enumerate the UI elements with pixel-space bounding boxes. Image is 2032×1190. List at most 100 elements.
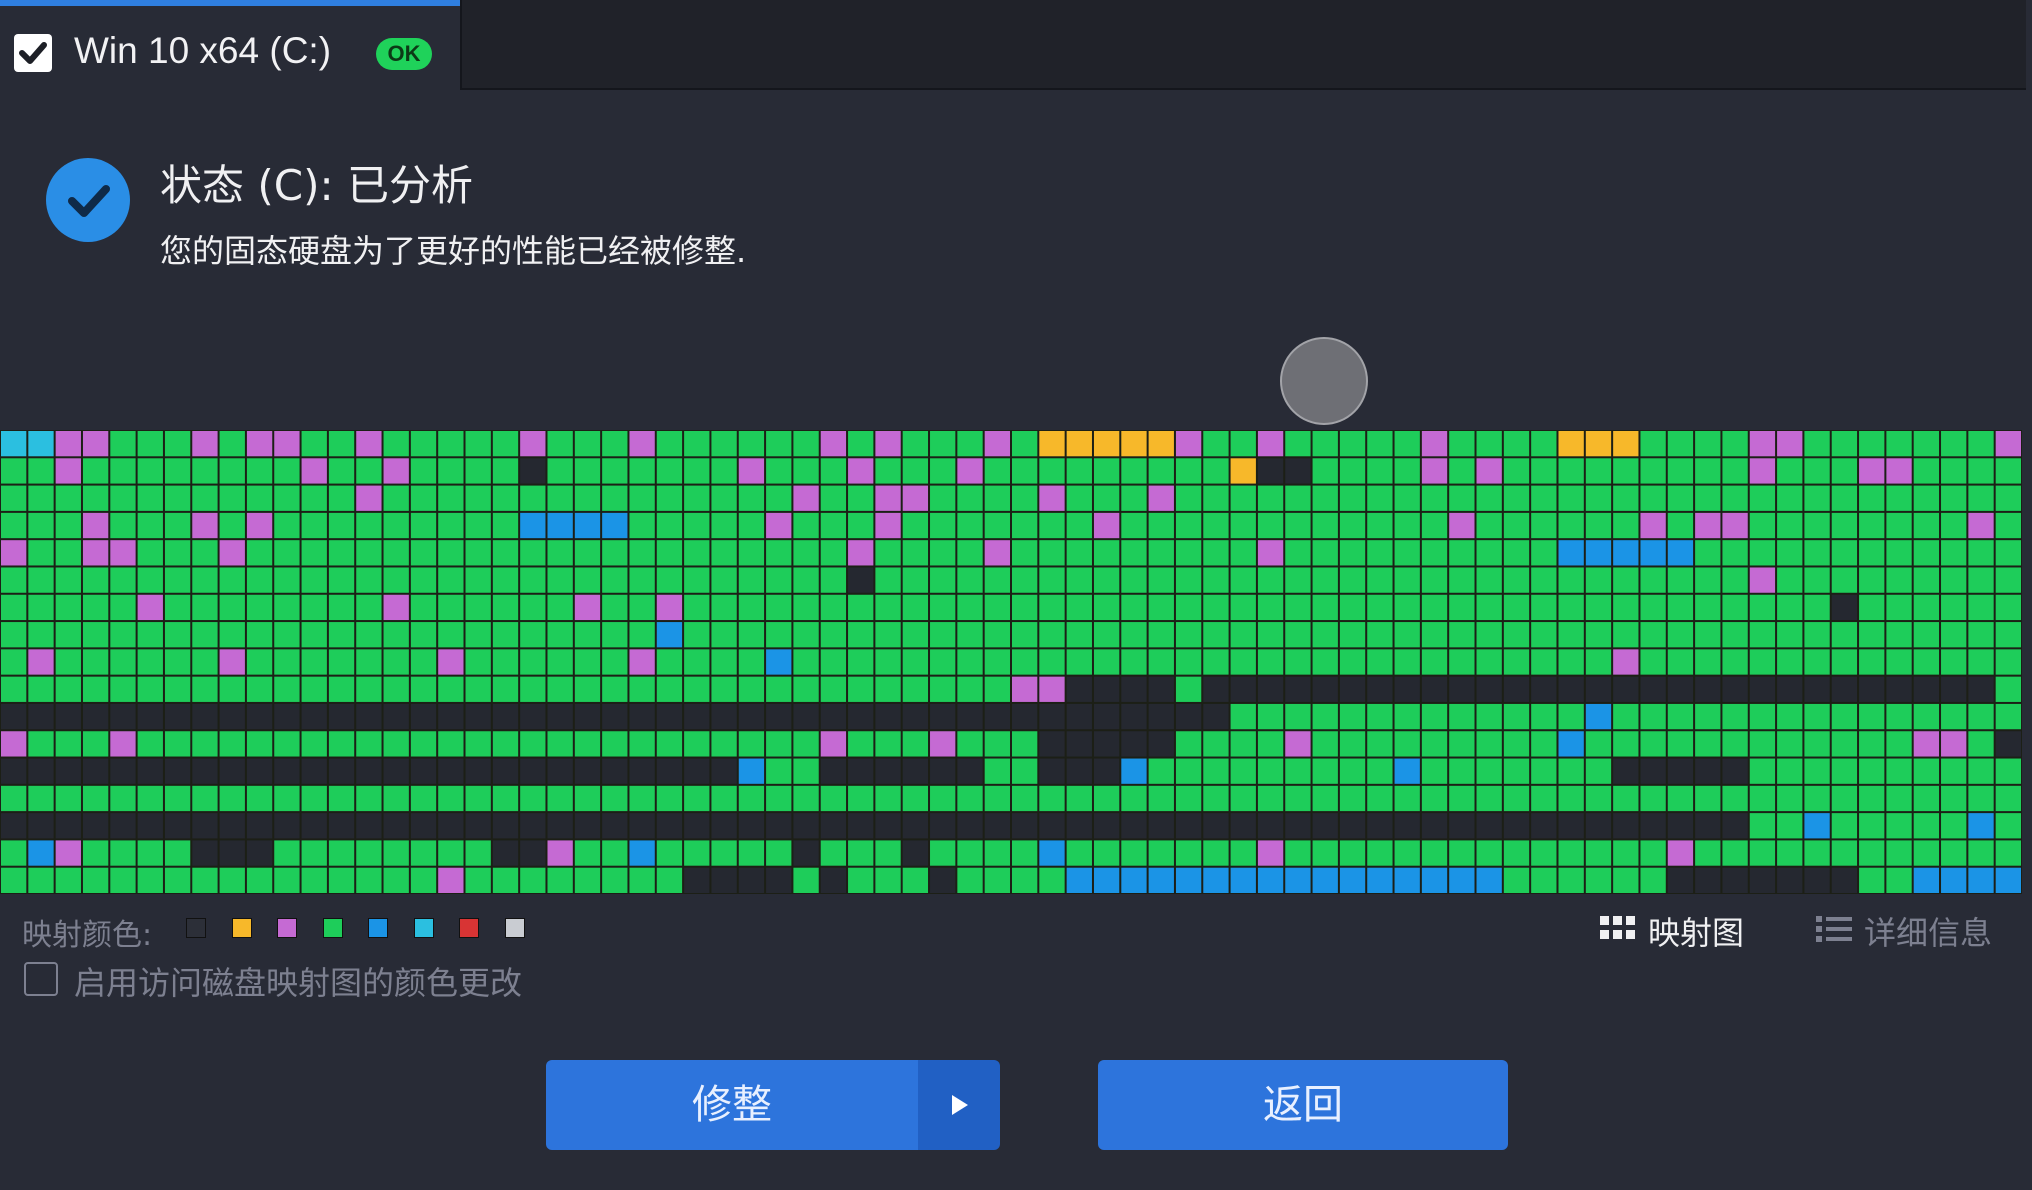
- disk-block-used: [1995, 512, 2021, 539]
- disk-block-purple: [192, 431, 218, 457]
- disk-block-used: [1749, 540, 1776, 566]
- disk-block-used: [1531, 703, 1557, 730]
- trim-dropdown-button[interactable]: [918, 1060, 1000, 1150]
- disk-block-used: [711, 458, 737, 484]
- legend-swatch: [231, 918, 252, 938]
- disk-block-free: [1121, 676, 1147, 702]
- disk-block-used: [1640, 785, 1666, 812]
- disk-block-free: [1257, 676, 1284, 702]
- disk-block-yellow: [1230, 458, 1256, 484]
- disk-block-used: [1941, 485, 1967, 511]
- disk-block-used: [1695, 485, 1721, 511]
- disk-block-free: [219, 703, 245, 730]
- disk-block-free: [1449, 813, 1475, 839]
- disk-block-used: [1339, 785, 1366, 812]
- disk-block-free: [1695, 758, 1721, 784]
- disk-block-blue: [1312, 867, 1338, 893]
- disk-block-used: [1722, 567, 1748, 593]
- disk-block-used: [82, 485, 109, 511]
- disk-block-used: [246, 458, 273, 484]
- disk-block-used: [1585, 485, 1612, 511]
- disk-block-free: [301, 758, 327, 784]
- disk-block-used: [438, 540, 464, 566]
- disk-block-used: [766, 731, 792, 757]
- disk-block-used: [1394, 785, 1420, 812]
- disk-block-used: [1995, 758, 2021, 784]
- disk-block-used: [1886, 840, 1912, 866]
- disk-block-used: [356, 731, 382, 757]
- enable-color-change-checkbox[interactable]: [24, 962, 58, 996]
- disk-block-used: [137, 649, 163, 675]
- disk-block-purple: [1257, 540, 1284, 566]
- disk-block-free: [410, 758, 437, 784]
- disk-block-used: [1093, 840, 1120, 866]
- disk-block-purple: [55, 431, 81, 457]
- disk-block-used: [1585, 840, 1612, 866]
- disk-block-used: [1367, 512, 1393, 539]
- disk-block-used: [1394, 840, 1420, 866]
- disk-block-used: [1941, 622, 1967, 648]
- disk-block-free: [1148, 703, 1174, 730]
- disk-block-used: [1886, 540, 1912, 566]
- disk-block-used: [383, 622, 409, 648]
- disk-block-used: [1640, 431, 1666, 457]
- disk-block-free: [219, 813, 245, 839]
- disk-block-used: [1859, 703, 1885, 730]
- disk-block-free: [766, 867, 792, 893]
- disk-block-blue: [1121, 867, 1147, 893]
- disk-block-used: [602, 458, 628, 484]
- disk-block-used: [820, 540, 847, 566]
- disk-block-used: [55, 567, 81, 593]
- disk-block-used: [1257, 567, 1284, 593]
- disk-block-used: [629, 485, 655, 511]
- disk-block-used: [1640, 703, 1666, 730]
- legend-swatch: [459, 918, 479, 938]
- disk-block-used: [1831, 512, 1858, 539]
- disk-block-used: [684, 649, 710, 675]
- disk-block-used: [1968, 594, 1994, 621]
- disk-block-used: [465, 840, 491, 866]
- disk-block-free: [629, 813, 655, 839]
- disk-block-used: [1640, 649, 1666, 675]
- disk-block-used: [1531, 622, 1557, 648]
- disk-block-used: [848, 785, 874, 812]
- disk-block-blue: [520, 512, 546, 539]
- disk-block-used: [356, 785, 382, 812]
- disk-block-used: [902, 540, 929, 566]
- disk-block-free: [1230, 813, 1256, 839]
- disk-block-used: [1667, 567, 1694, 593]
- disk-block-used: [602, 840, 628, 866]
- disk-block-free: [410, 813, 437, 839]
- trim-button[interactable]: 修整: [546, 1060, 918, 1150]
- disk-block-used: [465, 594, 491, 621]
- disk-block-used: [1722, 540, 1748, 566]
- disk-block-free: [1175, 703, 1202, 730]
- back-button[interactable]: 返回: [1098, 1060, 1508, 1150]
- disk-block-used: [110, 512, 136, 539]
- legend-swatch: [368, 918, 388, 938]
- disk-block-used: [28, 785, 54, 812]
- disk-block-used: [930, 567, 956, 593]
- disk-block-used: [1093, 485, 1120, 511]
- disk-block-blue: [1339, 867, 1366, 893]
- disk-block-used: [984, 840, 1010, 866]
- disk-block-used: [82, 840, 109, 866]
- disk-block-free: [301, 703, 327, 730]
- disk-block-used: [820, 649, 847, 675]
- disk-block-used: [1148, 540, 1174, 566]
- legend-label: 映射颜色:: [22, 918, 153, 953]
- disk-block-used: [1230, 703, 1256, 730]
- disk-block-used: [82, 785, 109, 812]
- disk-block-used: [301, 649, 327, 675]
- disk-block-used: [930, 840, 956, 866]
- disk-block-used: [629, 785, 655, 812]
- disk-block-used: [410, 785, 437, 812]
- disk-block-used: [1312, 785, 1338, 812]
- drive-checkbox[interactable]: [14, 34, 52, 72]
- disk-block-used: [192, 485, 218, 511]
- disk-block-used: [1093, 567, 1120, 593]
- disk-block-used: [410, 676, 437, 702]
- disk-block-used: [1558, 840, 1584, 866]
- drive-tab[interactable]: Win 10 x64 (C:) OK: [0, 0, 460, 92]
- disk-block-purple: [356, 431, 382, 457]
